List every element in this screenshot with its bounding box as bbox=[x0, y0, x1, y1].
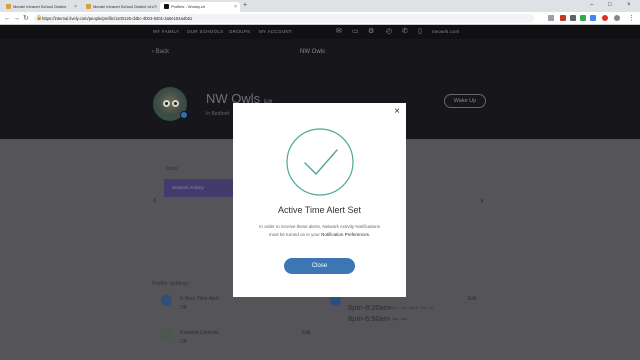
tab-label: Meraki Intranet School District bbox=[13, 4, 67, 9]
alert-strip: Network Activity bbox=[164, 179, 234, 197]
tab-close-icon[interactable]: × bbox=[74, 2, 77, 12]
new-tab-button[interactable]: + bbox=[243, 1, 247, 11]
schedule-days: Sat, Sun bbox=[392, 316, 408, 321]
browser-tab-1[interactable]: Meraki Intranet School District × bbox=[2, 2, 80, 12]
minimize-icon[interactable]: – bbox=[590, 0, 593, 11]
page-title: NW Owls bbox=[300, 49, 325, 55]
avatar bbox=[153, 87, 188, 121]
gear-icon[interactable]: ⚙ bbox=[368, 28, 374, 36]
alert-set-modal: × Active Time Alert Set In order to rece… bbox=[233, 103, 406, 297]
url-text: https://internal.lively.com/people/profi… bbox=[42, 16, 193, 21]
lock-icon: 🔒 bbox=[36, 15, 43, 21]
chevron-left-icon[interactable]: ‹ bbox=[153, 195, 156, 206]
schedule-time: 8pm-6:50am bbox=[348, 314, 391, 323]
modal-body: In order to receive these alerts, Networ… bbox=[255, 223, 384, 238]
alert-strip-text: Network Activity bbox=[172, 185, 204, 190]
tab-favicon-icon bbox=[86, 4, 91, 9]
edit-link[interactable]: Edit bbox=[302, 330, 311, 336]
extension-icon[interactable] bbox=[580, 15, 586, 21]
extension-icon[interactable] bbox=[570, 15, 576, 21]
extension-icon[interactable] bbox=[560, 15, 566, 21]
browser-tab-bar: Meraki Intranet School District × Meraki… bbox=[0, 0, 640, 12]
owl-eye-icon bbox=[163, 100, 170, 107]
tab-label: Meraki Intranet School District Uni... bbox=[93, 4, 157, 9]
forward-arrow-icon[interactable]: → bbox=[13, 14, 20, 23]
clock-icon bbox=[161, 295, 172, 306]
notification-preferences-link[interactable]: Notification Preferences bbox=[321, 232, 369, 237]
nav-link-schools[interactable]: OUR SCHOOLS bbox=[187, 28, 224, 36]
tab-favicon-icon bbox=[6, 4, 11, 9]
extension-icon[interactable] bbox=[590, 15, 596, 21]
window-close-icon[interactable]: × bbox=[627, 0, 631, 11]
modal-body-end: . bbox=[368, 231, 371, 237]
mobile-icon[interactable]: ▯ bbox=[418, 28, 422, 36]
tab-label: Profiles - Wonky.ch bbox=[171, 4, 206, 9]
tab-close-icon[interactable]: × bbox=[234, 2, 237, 12]
notification-icon[interactable]: ◴ bbox=[386, 28, 392, 36]
wake-up-button[interactable]: Wake Up bbox=[444, 94, 486, 108]
nav-link-family[interactable]: MY FAMILY bbox=[153, 28, 179, 36]
profile-avatar-icon[interactable] bbox=[614, 15, 620, 21]
back-arrow-icon[interactable]: ← bbox=[4, 14, 11, 23]
settings-title: Profile Settings bbox=[152, 281, 189, 287]
message-icon[interactable]: ▭ bbox=[352, 28, 359, 36]
maximize-icon[interactable]: □ bbox=[608, 0, 612, 11]
setting-value: Off bbox=[180, 305, 187, 311]
tab-close-icon[interactable]: × bbox=[154, 2, 157, 12]
url-input[interactable]: 🔒 https://internal.lively.com/people/pro… bbox=[34, 14, 534, 23]
browser-tab-3[interactable]: Profiles - Wonky.ch × bbox=[160, 2, 240, 12]
parental-controls-icon bbox=[161, 329, 172, 340]
edit-link[interactable]: Edit bbox=[468, 296, 477, 302]
nav-link-groups[interactable]: GROUPS bbox=[229, 28, 250, 36]
extension-icon[interactable] bbox=[548, 15, 554, 21]
owl-eye-icon bbox=[172, 100, 179, 107]
setting-label: 5-Hour Time Alert bbox=[180, 296, 219, 302]
back-link[interactable]: ‹ Back bbox=[152, 49, 169, 55]
site-nav: MY FAMILY OUR SCHOOLS GROUPS MY ACCOUNT … bbox=[0, 25, 640, 39]
profile-subtitle: In Bedford bbox=[206, 111, 230, 117]
menu-dots-icon[interactable]: ⋮ bbox=[628, 14, 635, 23]
address-bar-row: ← → ↻ 🔒 https://internal.lively.com/peop… bbox=[0, 12, 640, 25]
reload-icon[interactable]: ↻ bbox=[23, 14, 29, 23]
phone-icon[interactable]: ✆ bbox=[402, 28, 408, 36]
close-icon[interactable]: × bbox=[394, 107, 400, 117]
schedule-time: 6pm-8:20am bbox=[348, 303, 391, 312]
user-menu[interactable]: nwowls.com bbox=[432, 28, 460, 36]
today-label: Today bbox=[165, 166, 179, 172]
back-label: Back bbox=[155, 49, 170, 55]
nav-link-account[interactable]: MY ACCOUNT bbox=[259, 28, 292, 36]
chevron-right-icon[interactable]: › bbox=[480, 195, 483, 206]
extension-icon[interactable] bbox=[602, 15, 608, 21]
setting-value: Off bbox=[180, 339, 187, 345]
checkmark-icon bbox=[286, 128, 354, 196]
browser-tab-2[interactable]: Meraki Intranet School District Uni... × bbox=[82, 2, 160, 12]
modal-title: Active Time Alert Set bbox=[277, 205, 362, 215]
close-button[interactable]: Close bbox=[284, 258, 355, 274]
schedule-days: Mon, Tue, Wed, Thu, Fri bbox=[390, 305, 433, 310]
tab-favicon-icon bbox=[164, 4, 169, 9]
status-badge bbox=[180, 111, 188, 119]
setting-label: Parental Controls bbox=[180, 330, 219, 336]
mail-icon[interactable]: ✉ bbox=[336, 28, 342, 36]
